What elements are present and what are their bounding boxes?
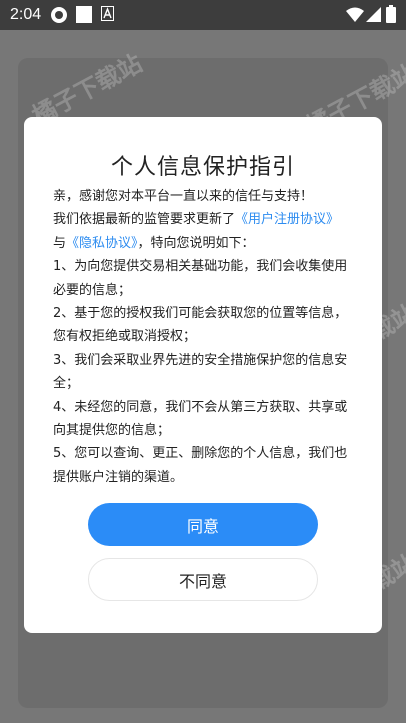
- sim-app-icon: [50, 6, 68, 28]
- disagree-label: 不同意: [178, 571, 227, 591]
- status-time: 2:04: [10, 6, 42, 23]
- policy-item: 3、我们会采取业界先进的安全措施保护您的信息安全；: [53, 352, 348, 392]
- white-square-icon: [76, 6, 92, 27]
- intro-text: 我们依据最新的监管要求更新了《用户注册协议》: [53, 208, 358, 231]
- agree-label: 同意: [186, 516, 219, 536]
- dialog-title: 个人信息保护指引: [110, 155, 295, 180]
- privacy-policy-link[interactable]: 《隐私协议》: [66, 236, 138, 251]
- policy-item: 2、基于您的授权我们可能会获取您的位置等信息，您有权拒绝或取消授权；: [53, 306, 348, 345]
- text-a-icon: [101, 6, 114, 25]
- user-agreement-link[interactable]: 《用户注册协议》: [235, 212, 339, 227]
- intro-text-prefix: 我们依据最新的监管要求更新了: [53, 212, 236, 228]
- policy-item: 4、未经您的同意，我们不会从第三方获取、共享或向其提供您的信息；: [53, 399, 348, 439]
- intro-text-prefix: 与: [53, 235, 67, 251]
- battery-icon: [386, 5, 396, 27]
- intro-text: 与《隐私协议》，特向您说明如下：: [53, 232, 358, 255]
- dialog-body: 亲，感谢您对本平台一直以来的信任与支持！ 我们依据最新的监管要求更新了《用户注册…: [53, 185, 358, 489]
- intro-text-suffix: ，特向您说明如下：: [137, 235, 255, 251]
- policy-item: 5、您可以查询、更正、删除您的个人信息，我们也提供账户注销的渠道。: [53, 446, 348, 485]
- intro-text: 亲，感谢您对本平台一直以来的信任与支持！: [53, 189, 314, 204]
- signal-icon: [366, 7, 381, 26]
- privacy-dialog: 个人信息保护指引 亲，感谢您对本平台一直以来的信任与支持！ 我们依据最新的监管要…: [24, 117, 382, 633]
- status-bar: 2:04: [0, 0, 406, 30]
- disagree-button[interactable]: 不同意: [88, 558, 318, 601]
- agree-button[interactable]: 同意: [88, 503, 318, 546]
- wifi-icon: [346, 7, 364, 26]
- policy-item: 1、为向您提供交易相关基础功能，我们会收集使用必要的信息；: [53, 259, 348, 298]
